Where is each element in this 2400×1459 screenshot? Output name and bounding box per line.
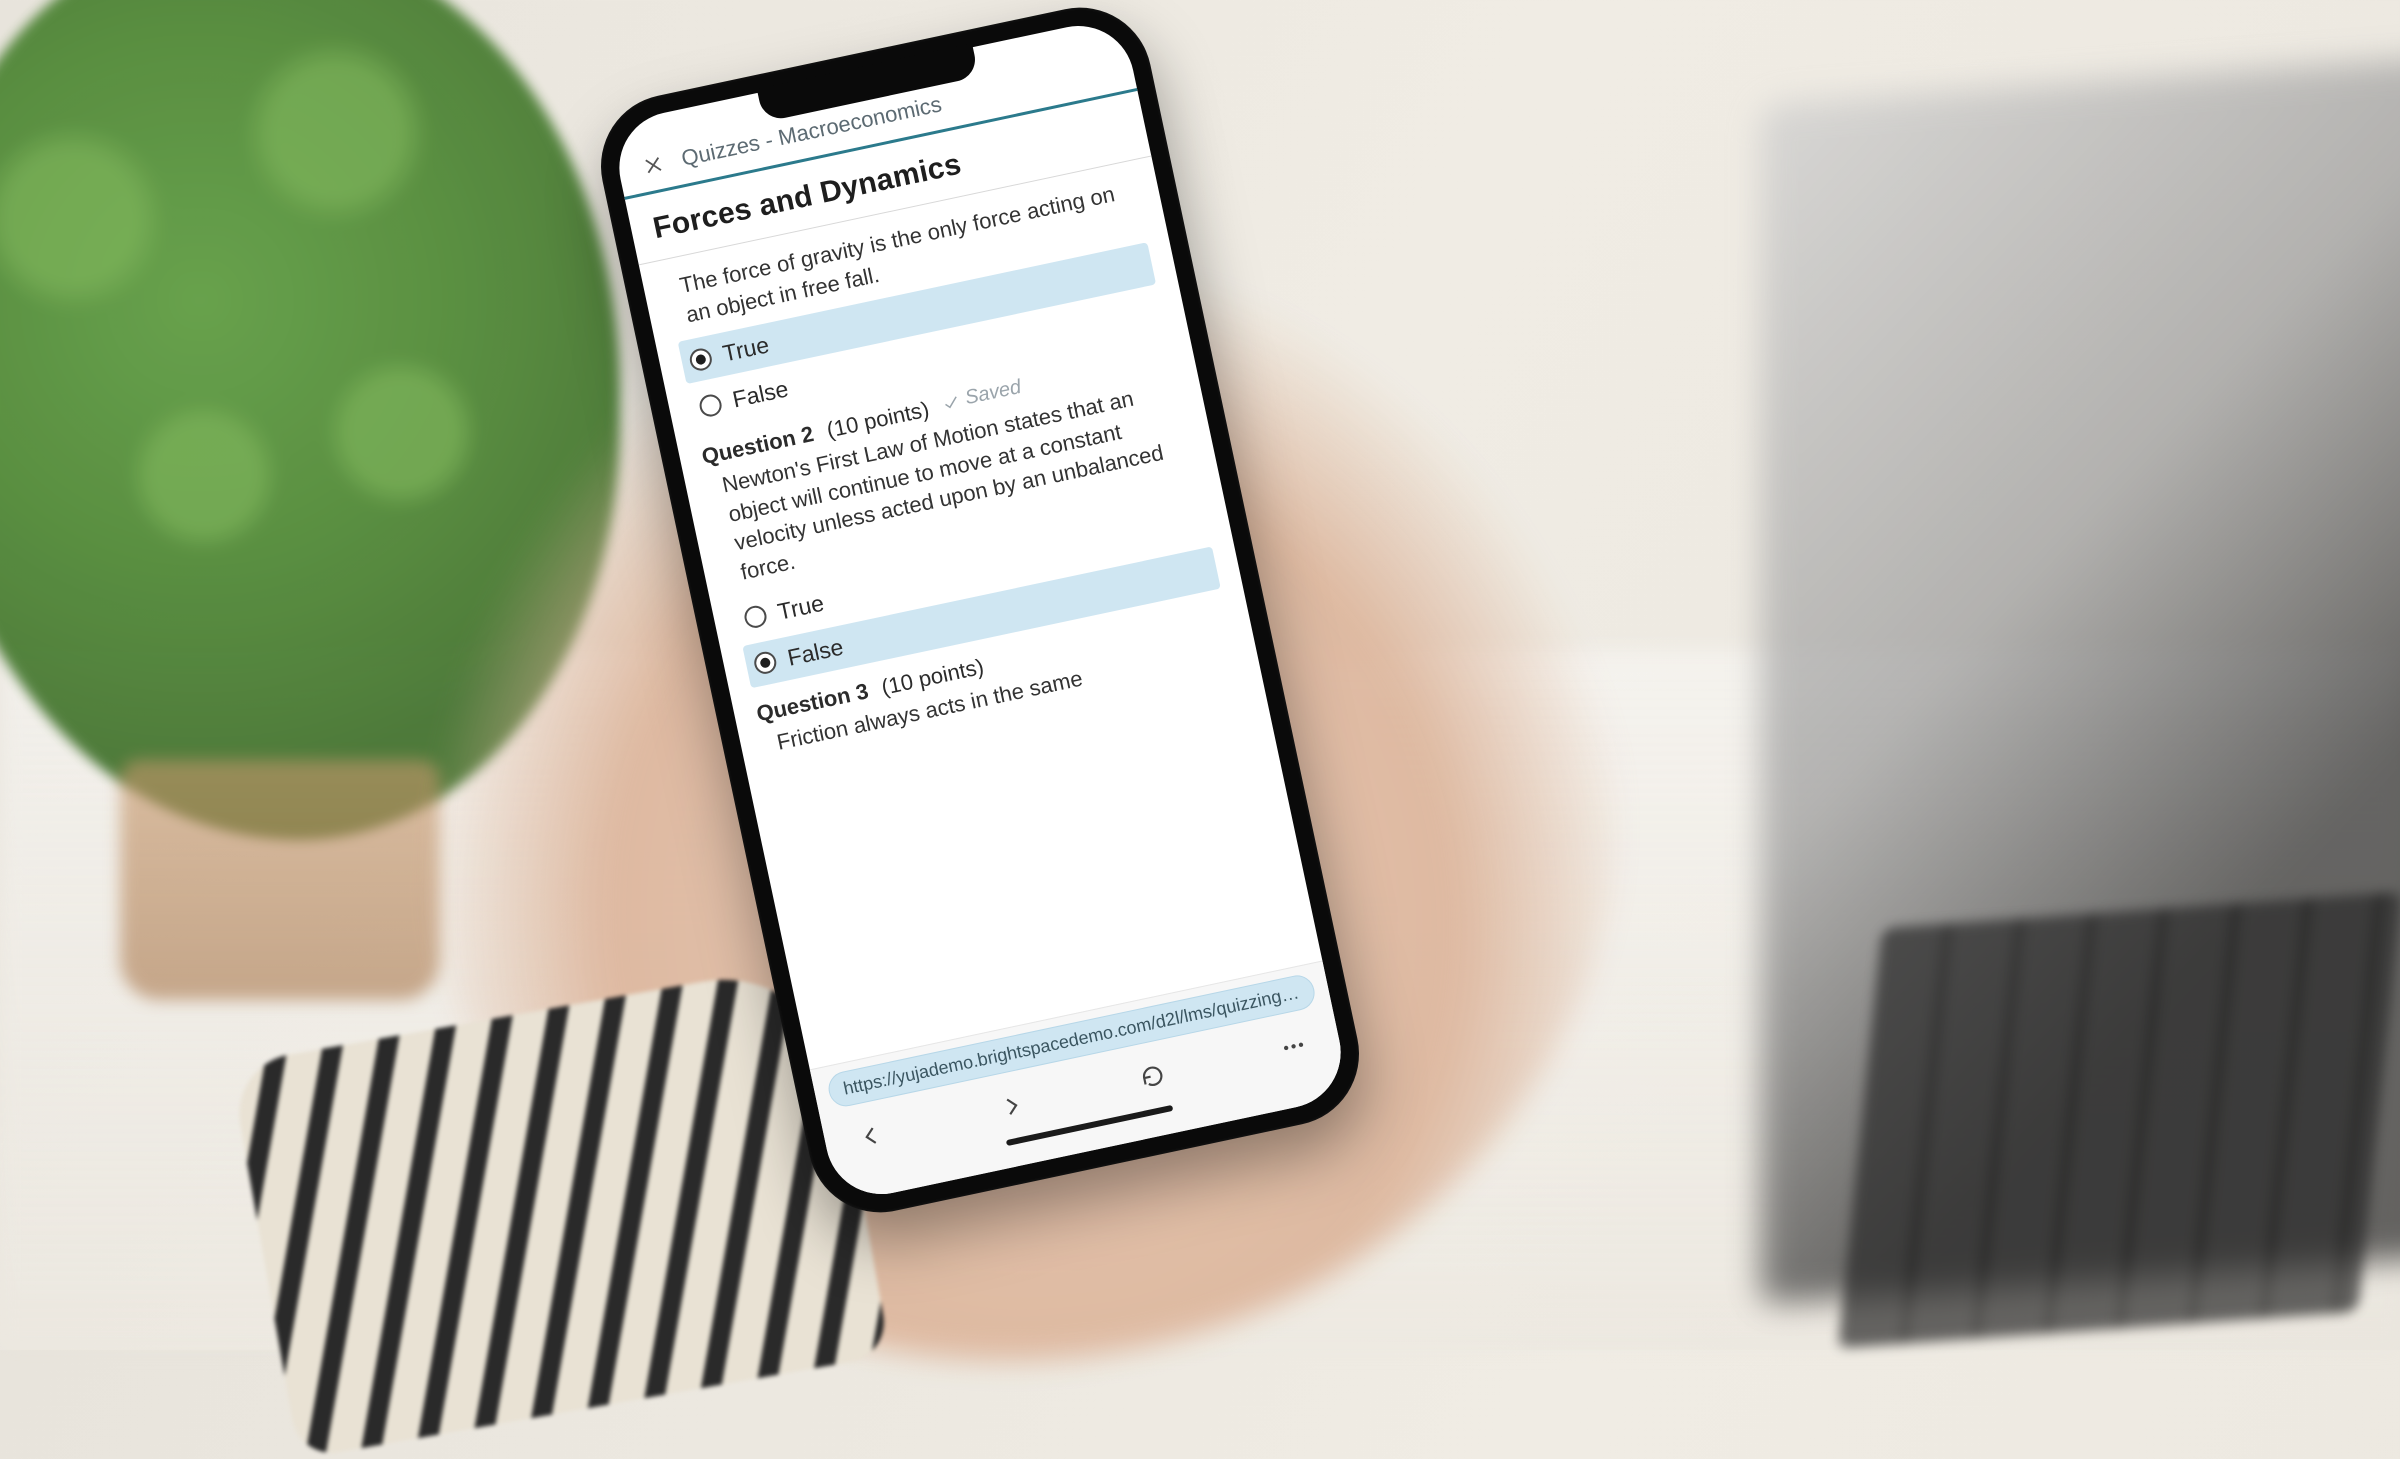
reload-button[interactable] — [1129, 1053, 1176, 1100]
reload-icon — [1137, 1061, 1168, 1092]
chevron-right-icon — [996, 1091, 1027, 1122]
radio-checked-icon — [752, 650, 778, 676]
close-icon — [640, 152, 666, 178]
more-icon — [1278, 1031, 1309, 1062]
close-button[interactable] — [636, 147, 672, 183]
radio-checked-icon — [688, 346, 714, 372]
option-label: False — [785, 633, 846, 671]
radio-icon — [742, 604, 768, 630]
option-label: False — [730, 376, 791, 414]
radio-icon — [698, 392, 724, 418]
background-keyboard — [1838, 892, 2400, 1348]
option-label: True — [775, 589, 826, 625]
chevron-left-icon — [856, 1121, 887, 1152]
more-button[interactable] — [1270, 1023, 1317, 1070]
back-button[interactable] — [847, 1112, 894, 1159]
background-pot — [120, 760, 440, 1000]
option-label: True — [720, 332, 771, 368]
forward-button[interactable] — [988, 1082, 1035, 1129]
check-icon — [940, 392, 961, 413]
saved-label: Saved — [963, 376, 1023, 410]
